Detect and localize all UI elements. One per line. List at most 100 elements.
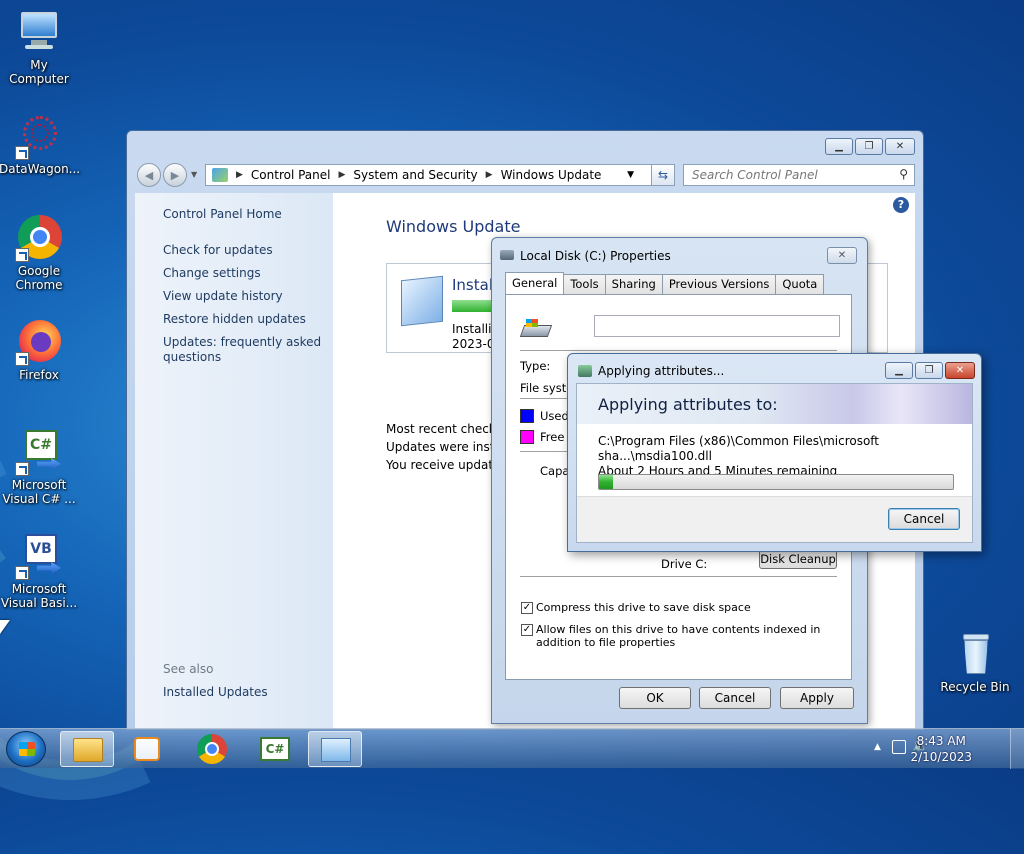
used-space-swatch xyxy=(520,409,534,423)
desktop-icon-label: Google Chrome xyxy=(15,264,63,292)
close-button[interactable]: ✕ xyxy=(885,138,915,155)
drive-label-input[interactable] xyxy=(594,315,840,337)
progress-fill xyxy=(599,475,614,489)
minimize-button[interactable]: ▁ xyxy=(825,138,853,155)
taskbar-visual-csharp[interactable]: C# xyxy=(248,731,302,767)
show-desktop-button[interactable] xyxy=(1010,729,1024,769)
desktop-icon-recycle-bin[interactable]: Recycle Bin xyxy=(935,630,1015,694)
desktop-icon-visual-basic[interactable]: VB Microsoft Visual Basi... xyxy=(0,532,79,610)
index-checkbox[interactable]: ✓ xyxy=(521,624,533,636)
tab-sharing[interactable]: Sharing xyxy=(604,274,663,294)
tab-tools[interactable]: Tools xyxy=(563,274,606,294)
desktop-icon-my-computer[interactable]: My Computer xyxy=(0,8,79,86)
link-updates-faq[interactable]: Updates: frequently asked questions xyxy=(163,335,323,365)
link-restore-hidden-updates[interactable]: Restore hidden updates xyxy=(163,312,323,327)
refresh-button[interactable]: ⇆ xyxy=(651,164,675,186)
tab-quota[interactable]: Quota xyxy=(775,274,825,294)
ok-button[interactable]: OK xyxy=(619,687,691,709)
minimize-button[interactable]: ▁ xyxy=(885,362,913,379)
start-button[interactable] xyxy=(6,731,46,767)
taskbar-media-player[interactable] xyxy=(120,731,174,767)
desktop-icon-visual-csharp[interactable]: C# Microsoft Visual C# ... xyxy=(0,428,79,506)
breadcrumb-item[interactable]: Windows Update xyxy=(501,168,602,182)
shortcut-arrow-icon xyxy=(15,146,29,160)
window-controls: ▁ ❐ ✕ xyxy=(825,138,915,155)
show-hidden-icons-button[interactable]: ▲ xyxy=(874,742,881,752)
shortcut-arrow-icon xyxy=(15,566,29,580)
cancel-button[interactable]: Cancel xyxy=(888,508,960,530)
drive-c-label: Drive C: xyxy=(661,557,708,571)
recent-pages-dropdown[interactable]: ▼ xyxy=(191,170,197,179)
desktop-icon-google-chrome[interactable]: Google Chrome xyxy=(0,214,79,292)
apply-button[interactable]: Apply xyxy=(780,687,854,709)
index-label: Allow files on this drive to have conten… xyxy=(536,623,821,649)
chevron-down-icon[interactable]: ▼ xyxy=(627,170,634,180)
close-button[interactable]: ✕ xyxy=(945,362,975,379)
progress-icon xyxy=(578,365,592,377)
desktop-icon-label: DataWagon... xyxy=(0,162,81,176)
address-bar[interactable]: ▶ Control Panel ▶ System and Security ▶ … xyxy=(205,164,675,186)
used-space-label: Used xyxy=(540,409,569,423)
help-icon[interactable]: ? xyxy=(893,197,909,213)
link-view-update-history[interactable]: View update history xyxy=(163,289,323,304)
control-panel-icon xyxy=(212,168,228,182)
clock-time: 8:43 AM xyxy=(916,734,966,748)
update-progress-bar xyxy=(452,300,492,312)
close-button[interactable]: ✕ xyxy=(827,247,857,264)
chrome-icon xyxy=(197,734,227,764)
search-icon[interactable]: ⚲ xyxy=(899,167,908,181)
control-panel-icon xyxy=(321,738,351,762)
taskbar-chrome[interactable] xyxy=(186,731,240,767)
drive-icon xyxy=(500,250,514,260)
link-check-for-updates[interactable]: Check for updates xyxy=(163,243,323,258)
dialog-title: Applying attributes... xyxy=(598,364,725,378)
link-control-panel-home[interactable]: Control Panel Home xyxy=(163,207,323,222)
maximize-button[interactable]: ❐ xyxy=(915,362,943,379)
clock[interactable]: 8:43 AM 2/10/2023 xyxy=(910,733,972,765)
chevron-right-icon: ▶ xyxy=(236,170,243,180)
dialog-banner: Applying attributes to: xyxy=(577,384,972,424)
datawagon-icon xyxy=(15,112,63,160)
divider xyxy=(520,576,837,577)
folder-icon xyxy=(73,738,103,762)
search-placeholder: Search Control Panel xyxy=(692,168,818,182)
disk-cleanup-button[interactable]: Disk Cleanup xyxy=(759,550,837,569)
free-space-swatch xyxy=(520,430,534,444)
shortcut-arrow-icon xyxy=(15,248,29,262)
window-controls: ▁ ❐ ✕ xyxy=(885,362,975,379)
divider xyxy=(520,350,837,351)
desktop-icon-label: Firefox xyxy=(19,368,59,382)
back-button[interactable]: ◀ xyxy=(137,163,161,187)
breadcrumb-item[interactable]: Control Panel xyxy=(251,168,331,182)
maximize-button[interactable]: ❐ xyxy=(855,138,883,155)
forward-button[interactable]: ▶ xyxy=(163,163,187,187)
taskbar: C# ▲ 🔈 8:43 AM 2/10/2023 xyxy=(0,728,1024,769)
desktop-icon-firefox[interactable]: Firefox xyxy=(0,318,79,382)
desktop-icon-label: Recycle Bin xyxy=(940,680,1010,694)
taskbar-explorer[interactable] xyxy=(60,731,114,767)
taskbar-control-panel[interactable] xyxy=(308,731,362,767)
compress-checkbox[interactable]: ✓ xyxy=(521,602,533,614)
desktop-icon-label: My Computer xyxy=(9,58,69,86)
dialog-content: Applying attributes to: C:\Program Files… xyxy=(576,383,973,543)
search-input[interactable]: Search Control Panel ⚲ xyxy=(683,164,915,186)
shortcut-arrow-icon xyxy=(15,462,29,476)
tab-previous-versions[interactable]: Previous Versions xyxy=(661,274,777,294)
link-installed-updates[interactable]: Installed Updates xyxy=(163,685,323,700)
tab-general[interactable]: General xyxy=(505,272,565,294)
windows-logo-icon xyxy=(19,742,35,756)
current-file-path: C:\Program Files (x86)\Common Files\micr… xyxy=(598,434,972,479)
info-receive-updates: You receive updates xyxy=(386,458,507,472)
cancel-button[interactable]: Cancel xyxy=(699,687,771,709)
desktop-icon-datawagon[interactable]: DataWagon... xyxy=(0,112,81,176)
clock-date: 2/10/2023 xyxy=(910,750,972,764)
dialog-footer: Cancel xyxy=(577,496,972,542)
visual-csharp-icon: C# xyxy=(260,737,290,761)
update-status-line: Installir xyxy=(452,322,497,336)
chevron-right-icon: ▶ xyxy=(338,170,346,180)
desktop-icon-label: Microsoft Visual C# ... xyxy=(2,478,76,506)
link-change-settings[interactable]: Change settings xyxy=(163,266,323,281)
breadcrumb-item[interactable]: System and Security xyxy=(353,168,477,182)
navigation-bar: ◀ ▶ ▼ ▶ Control Panel ▶ System and Secur… xyxy=(135,161,915,189)
network-icon[interactable] xyxy=(892,740,906,754)
